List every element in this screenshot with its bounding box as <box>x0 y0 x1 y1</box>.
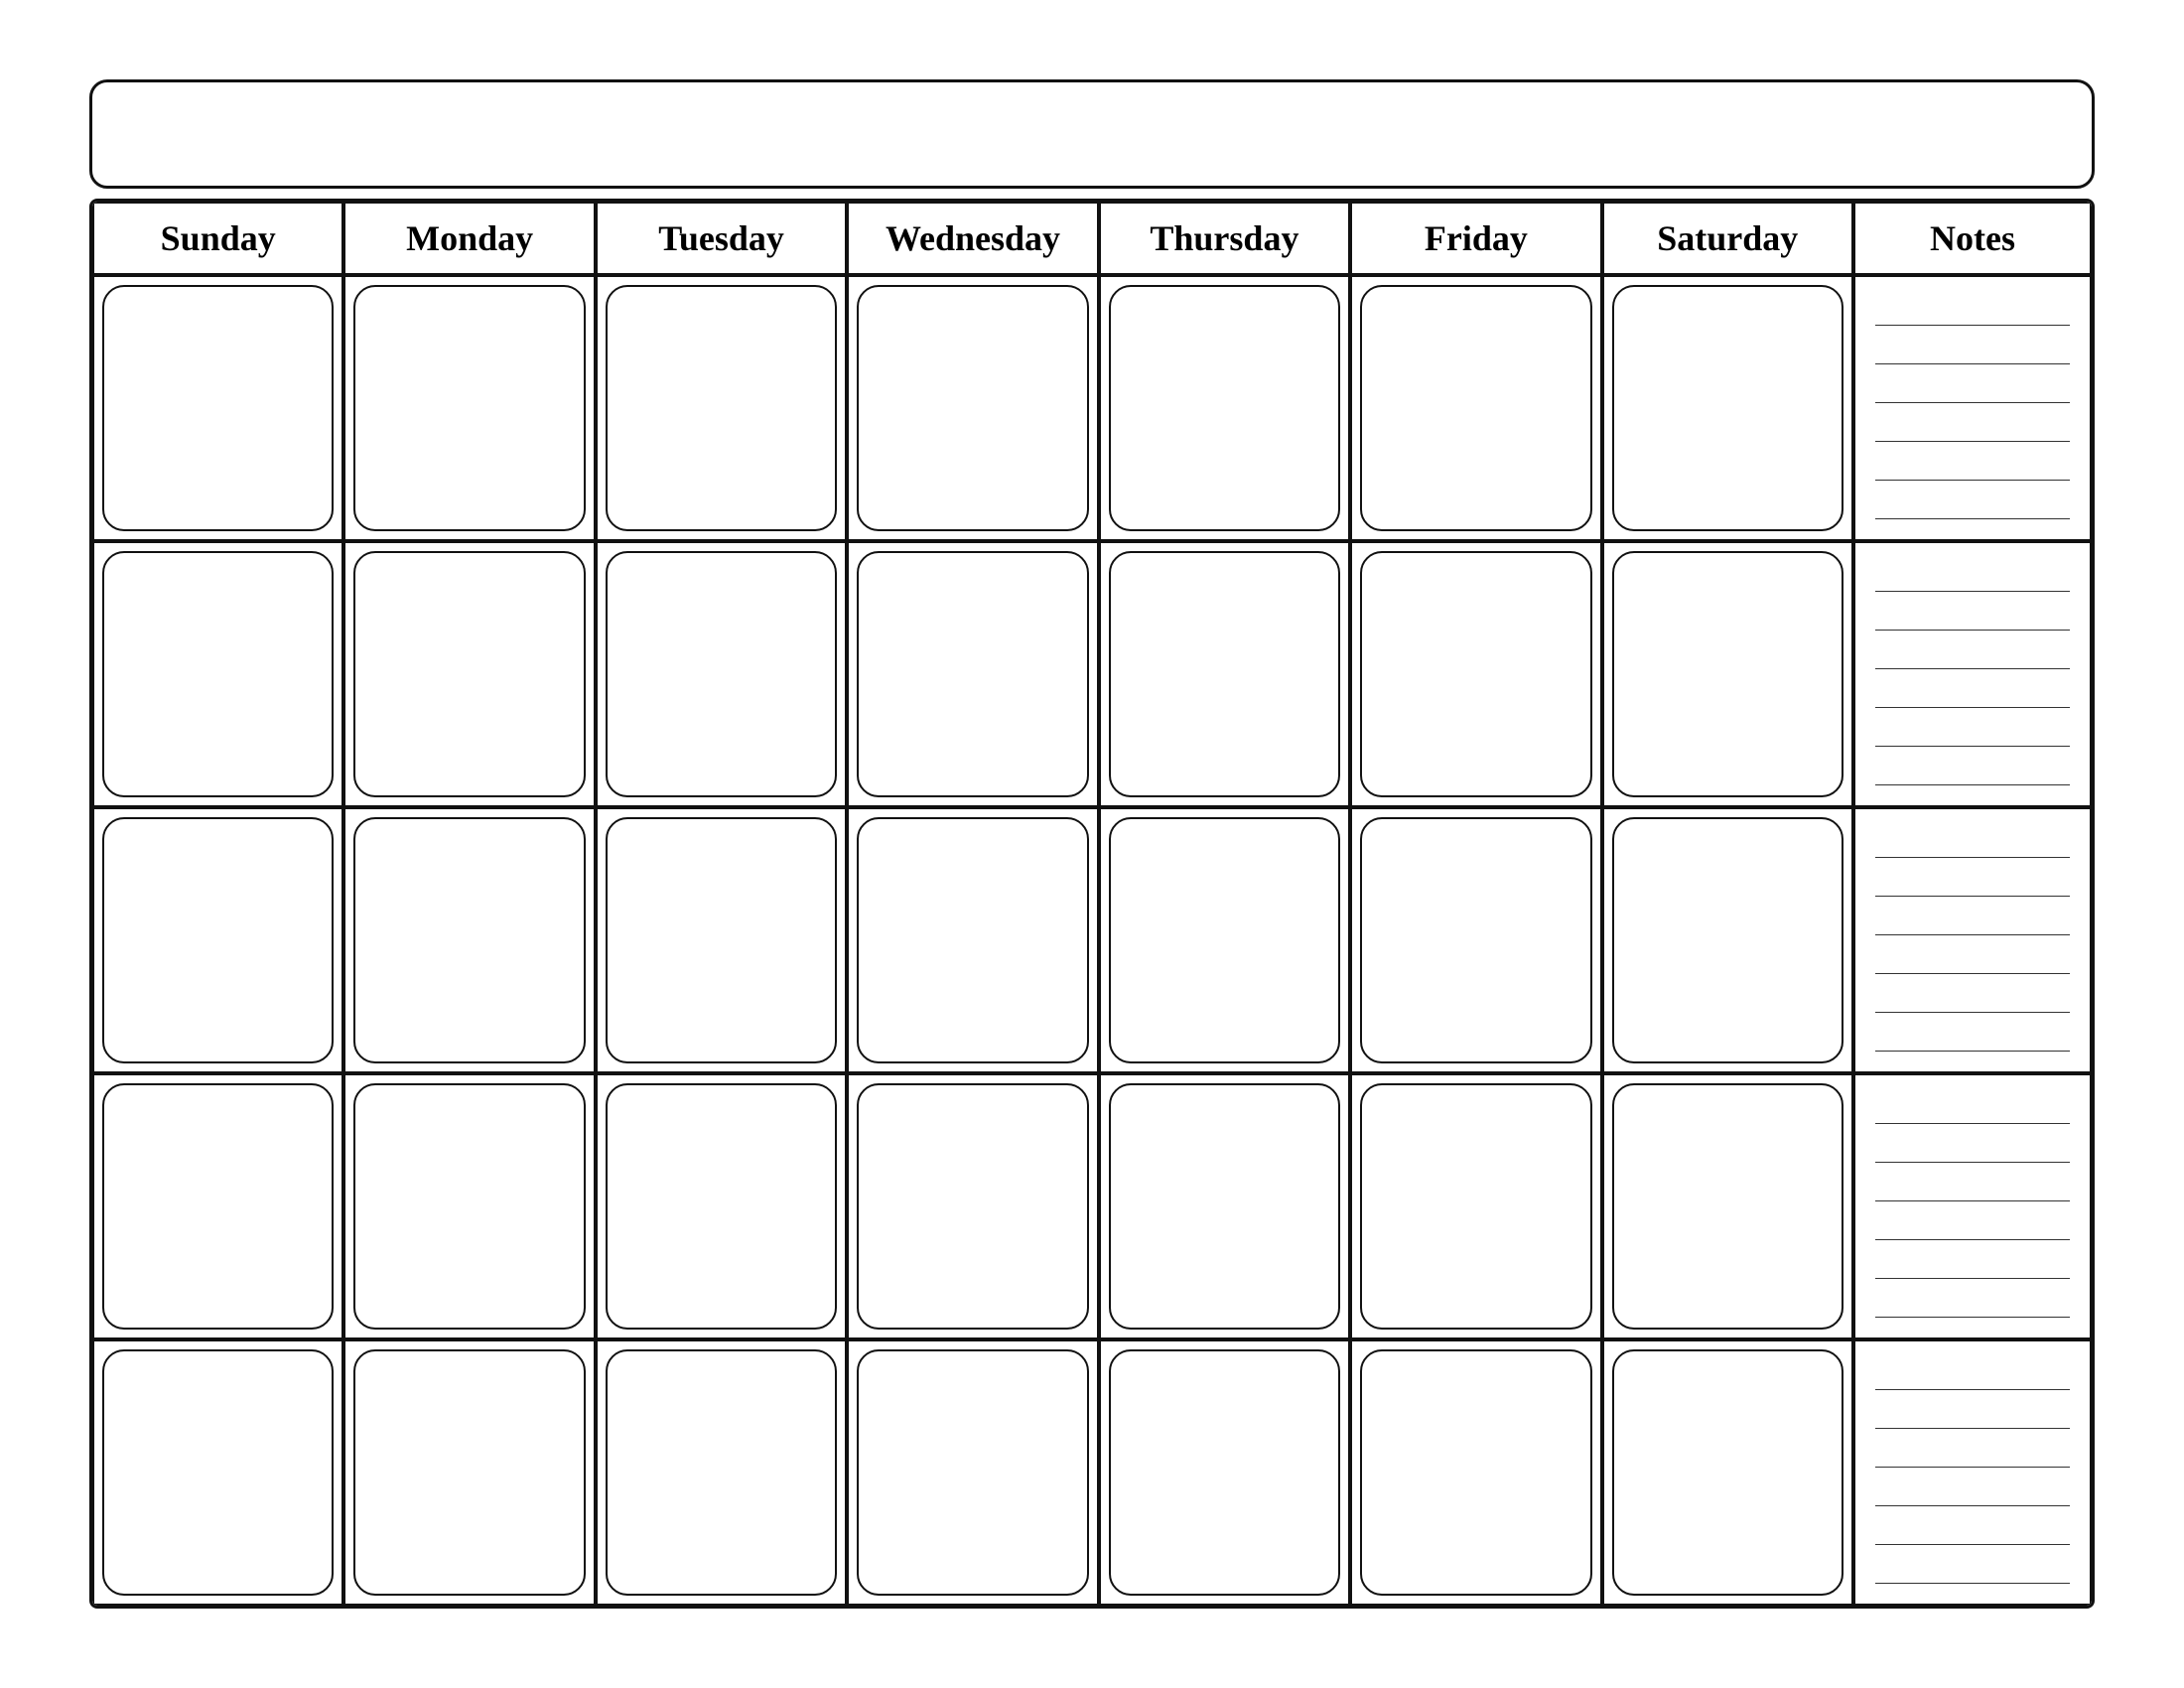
title-bar[interactable] <box>89 79 2095 189</box>
notes-line <box>1875 719 2070 747</box>
notes-line <box>1875 603 2070 631</box>
notes-line <box>1875 680 2070 708</box>
notes-line <box>1875 564 2070 592</box>
notes-line <box>1875 1440 2070 1468</box>
cell-r1-tue[interactable] <box>596 275 847 541</box>
notes-line <box>1875 1024 2070 1052</box>
cell-r2-sun[interactable] <box>92 541 343 807</box>
header-friday: Friday <box>1350 202 1601 275</box>
header-wednesday: Wednesday <box>847 202 1098 275</box>
cell-r2-fri[interactable] <box>1350 541 1601 807</box>
notes-line <box>1875 869 2070 897</box>
notes-line <box>1875 375 2070 403</box>
cell-r4-fri[interactable] <box>1350 1073 1601 1339</box>
cell-r3-sun[interactable] <box>92 807 343 1073</box>
notes-line <box>1875 492 2070 519</box>
cell-r5-sat[interactable] <box>1602 1339 1853 1606</box>
cell-r5-mon[interactable] <box>343 1339 595 1606</box>
cell-r2-mon[interactable] <box>343 541 595 807</box>
notes-r2[interactable] <box>1853 541 2092 807</box>
cell-r5-wed[interactable] <box>847 1339 1098 1606</box>
cell-r1-sat[interactable] <box>1602 275 1853 541</box>
notes-r4[interactable] <box>1853 1073 2092 1339</box>
cell-r4-thu[interactable] <box>1099 1073 1350 1339</box>
cell-r3-mon[interactable] <box>343 807 595 1073</box>
header-sunday: Sunday <box>92 202 343 275</box>
cell-r5-fri[interactable] <box>1350 1339 1601 1606</box>
cell-r5-thu[interactable] <box>1099 1339 1350 1606</box>
cell-r5-sun[interactable] <box>92 1339 343 1606</box>
notes-line <box>1875 1174 2070 1201</box>
cell-r1-fri[interactable] <box>1350 275 1601 541</box>
cell-r1-mon[interactable] <box>343 275 595 541</box>
cell-r3-sat[interactable] <box>1602 807 1853 1073</box>
notes-line <box>1875 1135 2070 1163</box>
notes-line <box>1875 1290 2070 1318</box>
notes-line <box>1875 453 2070 481</box>
notes-line <box>1875 985 2070 1013</box>
cell-r1-wed[interactable] <box>847 275 1098 541</box>
cell-r5-tue[interactable] <box>596 1339 847 1606</box>
cell-r3-fri[interactable] <box>1350 807 1601 1073</box>
cell-r2-thu[interactable] <box>1099 541 1350 807</box>
notes-r5[interactable] <box>1853 1339 2092 1606</box>
cell-r2-tue[interactable] <box>596 541 847 807</box>
cell-r4-wed[interactable] <box>847 1073 1098 1339</box>
notes-line <box>1875 758 2070 785</box>
notes-line <box>1875 1401 2070 1429</box>
cell-r4-mon[interactable] <box>343 1073 595 1339</box>
notes-line <box>1875 414 2070 442</box>
calendar-grid: Sunday Monday Tuesday Wednesday Thursday… <box>89 199 2095 1609</box>
notes-line <box>1875 1212 2070 1240</box>
cell-r4-sun[interactable] <box>92 1073 343 1339</box>
notes-line <box>1875 641 2070 669</box>
cell-r2-wed[interactable] <box>847 541 1098 807</box>
notes-line <box>1875 337 2070 364</box>
cell-r3-tue[interactable] <box>596 807 847 1073</box>
notes-line <box>1875 1517 2070 1545</box>
cell-r4-tue[interactable] <box>596 1073 847 1339</box>
cell-r3-thu[interactable] <box>1099 807 1350 1073</box>
notes-line <box>1875 946 2070 974</box>
cell-r2-sat[interactable] <box>1602 541 1853 807</box>
cell-r4-sat[interactable] <box>1602 1073 1853 1339</box>
header-tuesday: Tuesday <box>596 202 847 275</box>
header-saturday: Saturday <box>1602 202 1853 275</box>
notes-r3[interactable] <box>1853 807 2092 1073</box>
notes-line <box>1875 1362 2070 1390</box>
cell-r3-wed[interactable] <box>847 807 1098 1073</box>
cell-r1-thu[interactable] <box>1099 275 1350 541</box>
calendar-wrapper: Sunday Monday Tuesday Wednesday Thursday… <box>50 40 2134 1648</box>
header-thursday: Thursday <box>1099 202 1350 275</box>
notes-line <box>1875 830 2070 858</box>
cell-r1-sun[interactable] <box>92 275 343 541</box>
notes-line <box>1875 298 2070 326</box>
notes-line <box>1875 1096 2070 1124</box>
notes-line <box>1875 1251 2070 1279</box>
notes-r1[interactable] <box>1853 275 2092 541</box>
header-monday: Monday <box>343 202 595 275</box>
header-notes: Notes <box>1853 202 2092 275</box>
notes-line <box>1875 1478 2070 1506</box>
notes-line <box>1875 908 2070 935</box>
notes-line <box>1875 1556 2070 1584</box>
